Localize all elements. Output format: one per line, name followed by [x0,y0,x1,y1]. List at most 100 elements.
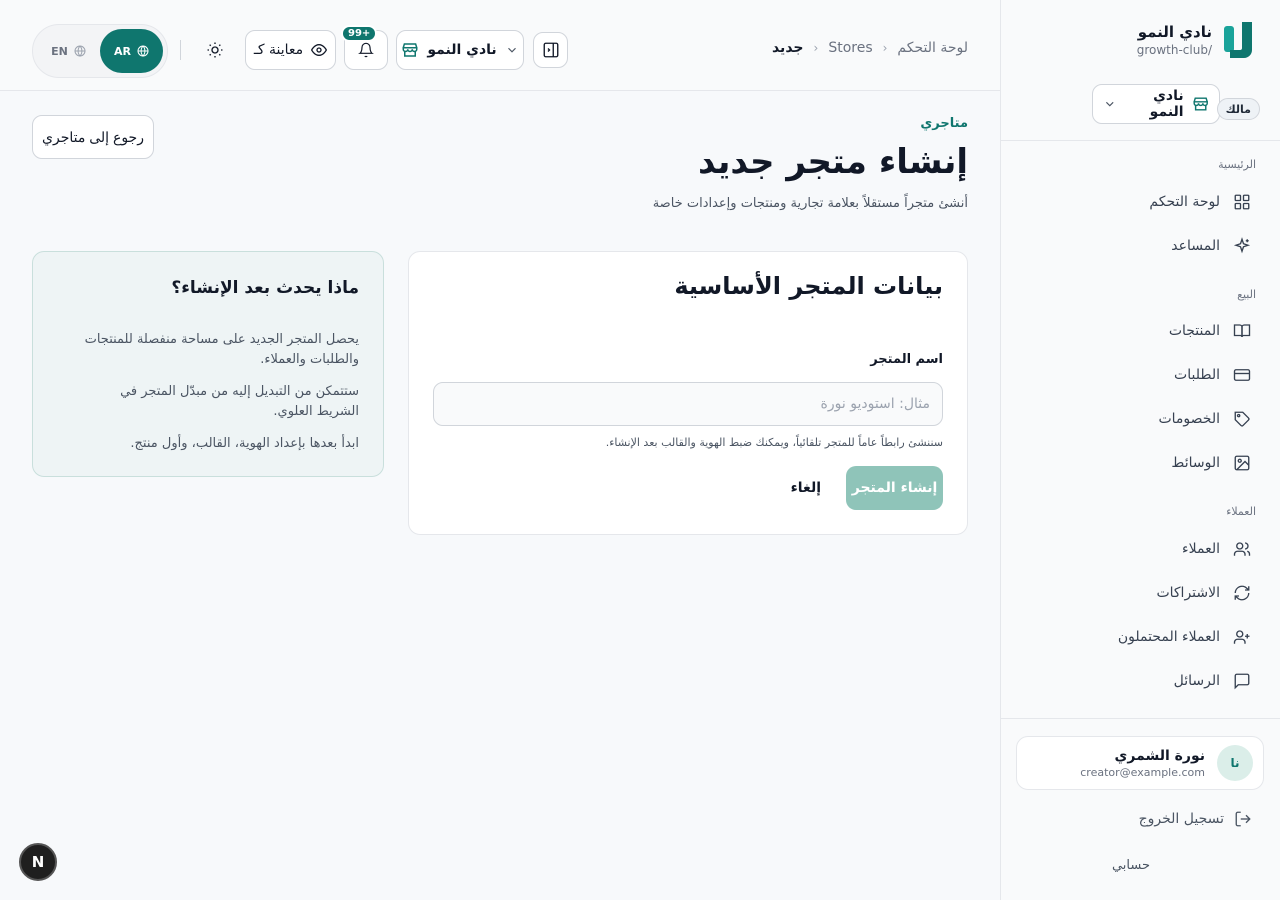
users-icon [1232,539,1252,559]
store-icon [1193,97,1208,111]
sidebar-item-products[interactable]: المنتجات [1020,313,1260,349]
divider [1000,718,1280,719]
sidebar-item-customers[interactable]: العملاء [1020,531,1260,567]
account-link[interactable]: حسابي [1112,858,1150,873]
info-list: يحصل المتجر الجديد على مساحة منفصلة للمن… [79,330,359,466]
credit-card-icon [1232,365,1252,385]
sidebar-item-label: العملاء المحتملون [1117,629,1220,645]
theme-toggle-button[interactable] [195,30,235,70]
grid-icon [1232,192,1252,212]
cancel-button[interactable]: إلغاء [783,466,829,510]
user-email: creator@example.com [1080,765,1205,779]
sidebar-item-leads[interactable]: العملاء المحتملون [1020,619,1260,655]
sidebar-item-label: الخصومات [1158,411,1220,427]
user-plus-icon [1232,627,1252,647]
lang-ar-label: AR [114,44,131,58]
breadcrumb-current: جديد [771,40,804,56]
user-name: نورة الشمري [1114,747,1205,764]
store-name-label: اسم المتجر [870,352,943,367]
sidebar-item-label: المساعد [1171,238,1220,254]
sidebar-item-label: الوسائط [1171,455,1220,471]
tag-icon [1232,409,1252,429]
eye-icon [311,43,328,57]
info-point: ستتمكن من التبديل إليه من مبدّل المتجر ف… [120,384,359,419]
sidebar-item-subscriptions[interactable]: الاشتراكات [1020,575,1260,611]
sidebar-item-discounts[interactable]: الخصومات [1020,401,1260,437]
form-title: بيانات المتجر الأساسية [674,272,943,300]
logout-icon [1235,811,1251,827]
role-badge: مالك [1216,98,1260,120]
info-point: يحصل المتجر الجديد على مساحة منفصلة للمن… [84,332,359,367]
language-toggle[interactable]: EN AR [32,24,168,78]
info-card: ماذا يحدث بعد الإنشاء؟ يحصل المتجر الجدي… [32,251,384,477]
page-title: إنشاء متجر جديد [698,142,968,182]
bell-icon [358,42,374,58]
globe-icon [137,45,149,57]
refresh-icon [1232,583,1252,603]
sidebar-item-media[interactable]: الوسائط [1020,445,1260,481]
role-badge-label: مالك [1216,98,1260,120]
preview-as-label: معاينة كـ [253,42,304,58]
logout-label: تسجيل الخروج [1138,811,1224,827]
sidebar: نادي النمو growth-club/ نادي النمو مالك … [1000,0,1280,900]
back-to-stores-button[interactable]: رجوع إلى متاجري [32,115,154,159]
store-name-help: سننشئ رابطاً عاماً للمتجر تلقائياً، ويمك… [605,436,943,449]
chevron-down-icon [1105,101,1114,107]
brand-logo-icon [1224,22,1252,58]
nav-section-sales: البيع [1237,288,1256,301]
sidebar-item-dashboard[interactable]: لوحة التحكم [1020,184,1260,220]
create-store-button[interactable]: إنشاء المتجر [846,466,943,510]
store-form-card: بيانات المتجر الأساسية اسم المتجر سننشئ … [408,251,968,535]
chevron-down-icon [507,47,516,53]
top-bar: لوحة التحكم ‹ Stores ‹ جديد نادي النمو +… [0,0,1000,91]
page-subtitle: أنشئ متجراً مستقلاً بعلامة تجارية ومنتجا… [652,196,968,211]
sidebar-item-label: الاشتراكات [1156,585,1220,601]
divider [1000,140,1280,141]
header-store-switcher[interactable]: نادي النمو [396,30,524,70]
brand[interactable]: نادي النمو growth-club/ [1137,20,1256,60]
logout-button[interactable]: تسجيل الخروج [1139,810,1252,828]
sidebar-item-orders[interactable]: الطلبات [1020,357,1260,393]
store-name-input[interactable] [433,382,943,426]
sun-icon [207,42,223,58]
divider [180,40,181,60]
sidebar-store-label: نادي النمو [1149,88,1184,120]
lang-option-ar[interactable]: AR [100,29,163,73]
breadcrumb: لوحة التحكم ‹ Stores ‹ جديد [772,40,968,56]
message-icon [1232,671,1252,691]
sidebar-item-label: لوحة التحكم [1149,194,1220,210]
sidebar-item-assistant[interactable]: المساعد [1020,228,1260,264]
book-open-icon [1232,321,1252,341]
header-store-label: نادي النمو [427,42,497,58]
sidebar-item-label: العملاء [1182,541,1220,557]
sidebar-item-label: الطلبات [1174,367,1220,383]
breadcrumb-dashboard[interactable]: لوحة التحكم [897,40,968,56]
info-point: ابدأ بعدها بإعداد الهوية، القالب، وأول م… [130,436,359,451]
sidebar-item-label: الرسائل [1173,673,1220,689]
preview-as-button[interactable]: معاينة كـ [245,30,336,70]
devtools-button[interactable]: N [19,843,57,881]
toggle-sidebar-button[interactable] [533,32,568,68]
user-card[interactable]: نا نورة الشمري creator@example.com [1016,736,1264,790]
sidebar-toggle-icon [543,42,558,58]
avatar: نا [1217,745,1253,781]
sparkles-icon [1232,236,1252,256]
breadcrumb-stores[interactable]: Stores [828,40,872,56]
lang-option-en[interactable]: EN [37,29,100,73]
lang-en-label: EN [51,44,68,58]
sidebar-item-messages[interactable]: الرسائل [1020,663,1260,699]
info-title: ماذا يحدث بعد الإنشاء؟ [171,278,359,298]
notifications-button[interactable]: +99 [341,25,388,70]
sidebar-item-label: المنتجات [1168,323,1220,339]
image-icon [1232,453,1252,473]
globe-icon [74,45,86,57]
chevron-left-icon: ‹ [813,41,819,55]
notification-count-badge: +99 [341,25,378,42]
nav-section-home: الرئيسية [1218,158,1256,171]
brand-name: نادي النمو [1137,23,1212,41]
store-icon [402,43,418,57]
sidebar-store-switcher[interactable]: نادي النمو [1092,84,1220,124]
brand-slug: growth-club/ [1136,43,1212,57]
nav-section-customers: العملاء [1226,505,1256,518]
page-eyebrow[interactable]: متاجري [920,116,968,131]
